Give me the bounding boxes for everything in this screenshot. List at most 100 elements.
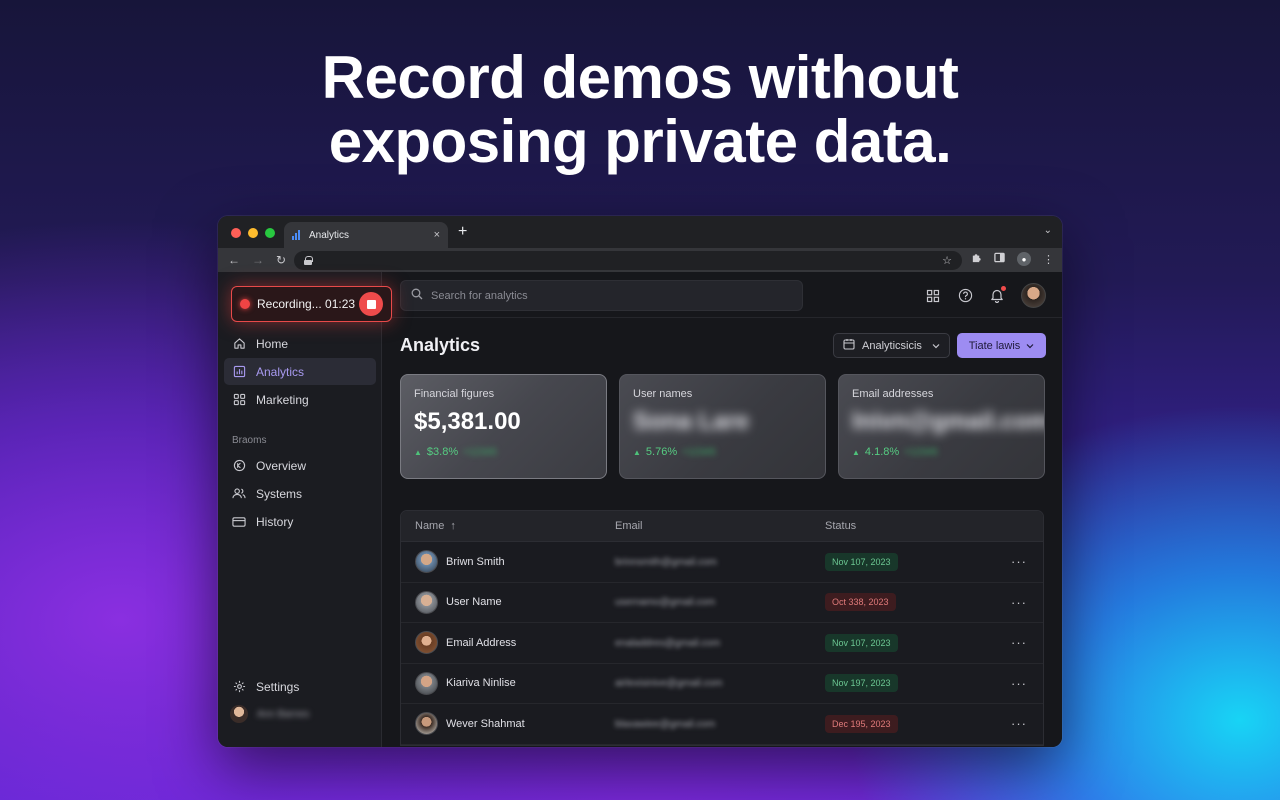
row-actions-icon[interactable]: ··· xyxy=(985,716,1043,731)
calendar-icon xyxy=(843,338,855,353)
button-label: Tiate lawis xyxy=(968,339,1021,352)
close-tab-icon[interactable]: × xyxy=(434,229,440,241)
status-badge: Nov 197, 2023 xyxy=(825,674,898,693)
table-row[interactable]: User Name usernamo@gmail.com Oct 338, 20… xyxy=(401,583,1043,623)
status-badge: Nov 107, 2023 xyxy=(825,552,898,571)
column-header-email[interactable]: Email xyxy=(615,520,825,532)
tab-title: Analytics xyxy=(309,229,350,241)
stop-recording-button[interactable] xyxy=(359,292,383,316)
sidebar-item-label: Systems xyxy=(256,486,303,501)
user-name: Email Address xyxy=(446,636,517,649)
browser-tab-analytics[interactable]: Analytics × xyxy=(284,222,448,248)
new-tab-button[interactable]: + xyxy=(458,223,467,241)
recording-indicator: Recording... 01:23 xyxy=(231,286,392,322)
search-input[interactable] xyxy=(431,289,771,302)
sidebar-item-overview[interactable]: Overview xyxy=(224,452,376,479)
forward-arrow-icon[interactable]: → xyxy=(252,253,264,267)
cell-status: Nov 107, 2023 xyxy=(825,552,985,571)
table-row[interactable]: Briwn Smith brinnsmith@gmail.com Nov 107… xyxy=(401,542,1043,583)
column-header-name[interactable]: Name ↑ xyxy=(401,520,615,532)
sidebar-footer: Settings Ann Barnes xyxy=(224,673,376,727)
status-badge: Nov 107, 2023 xyxy=(825,633,898,652)
card-label: Email addresses xyxy=(852,388,934,400)
metric-card-user-names: User names Sona Lare ▲ 5.76% +12345 xyxy=(619,374,826,479)
sidebar-item-history[interactable]: History xyxy=(224,508,376,535)
help-icon[interactable] xyxy=(957,288,973,304)
avatar xyxy=(415,590,438,614)
status-badge: Oct 338, 2023 xyxy=(825,593,896,612)
primary-action-button[interactable]: Tiate lawis xyxy=(957,333,1046,358)
minimize-window-button[interactable] xyxy=(248,228,258,238)
card-value: $5,381.00 xyxy=(414,408,521,435)
extensions-puzzle-icon[interactable] xyxy=(971,252,982,266)
date-range-dropdown[interactable]: Analyticsicis xyxy=(833,333,950,358)
sidebar-item-marketing[interactable]: Marketing xyxy=(224,386,376,413)
email-blurred: airlexisinive@gmail.com xyxy=(615,678,723,690)
card-label: User names xyxy=(633,388,693,400)
cell-name: Email Address xyxy=(401,631,615,655)
trend-extra-blurred: +12345 xyxy=(682,446,716,458)
sidebar-item-label: Overview xyxy=(256,458,307,473)
cell-name: Wever Shahmat xyxy=(401,712,615,736)
reload-icon[interactable]: ↻ xyxy=(276,253,286,267)
table-row[interactable]: Kiariva Ninlise airlexisinive@gmail.com … xyxy=(401,664,1043,704)
trend-up-icon: ▲ xyxy=(414,447,422,457)
notification-bell-icon[interactable] xyxy=(989,285,1006,304)
avatar xyxy=(415,671,438,695)
email-blurred: brinnsmith@gmail.com xyxy=(615,556,717,568)
email-blurred: usernamo@gmail.com xyxy=(615,597,716,609)
card-label: Financial figures xyxy=(414,388,495,400)
maximize-window-button[interactable] xyxy=(265,228,275,238)
notification-dot xyxy=(1001,285,1006,291)
sidebar-item-settings[interactable]: Settings xyxy=(224,673,376,700)
back-arrow-icon[interactable]: ← xyxy=(228,253,240,267)
side-panel-icon[interactable] xyxy=(994,252,1005,266)
row-actions-icon[interactable]: ··· xyxy=(985,676,1043,691)
tab-search-chevron-icon[interactable]: ⌄ xyxy=(1044,225,1052,236)
sort-arrow-icon: ↑ xyxy=(450,520,456,532)
column-header-status[interactable]: Status xyxy=(825,520,985,532)
table-row[interactable]: Wever Shahmat blaxawiee@gmail.com Dec 19… xyxy=(401,704,1043,745)
sidebar-item-label: History xyxy=(256,514,294,529)
trend-extra-blurred: +12345 xyxy=(463,446,497,458)
search-icon xyxy=(411,287,423,305)
cell-status: Dec 195, 2023 xyxy=(825,714,985,733)
sidebar-item-home[interactable]: Home xyxy=(224,330,376,357)
address-bar[interactable]: ☆ xyxy=(294,251,962,270)
browser-tab-bar: Analytics × + ⌄ xyxy=(218,216,1062,248)
row-actions-icon[interactable]: ··· xyxy=(985,635,1043,650)
current-user[interactable]: Ann Barnes xyxy=(224,701,376,727)
avatar[interactable] xyxy=(1021,283,1046,308)
card-trend: ▲ $3.8% +12345 xyxy=(414,446,593,458)
table-row[interactable]: Email Address enaladdres@gmail.com Nov 1… xyxy=(401,623,1043,664)
apps-grid-icon[interactable] xyxy=(925,288,941,304)
sidebar-item-label: Marketing xyxy=(256,392,309,407)
sidebar: Recording... 01:23 Home Analytics Market… xyxy=(218,272,392,747)
sidebar-item-label: Home xyxy=(256,336,289,351)
history-icon xyxy=(232,515,246,529)
overview-icon xyxy=(232,459,246,473)
avatar xyxy=(415,550,438,574)
row-actions-icon[interactable]: ··· xyxy=(985,554,1043,569)
bookmark-star-icon[interactable]: ☆ xyxy=(942,254,952,267)
recording-dot-icon xyxy=(240,299,250,309)
row-actions-icon[interactable]: ··· xyxy=(985,595,1043,610)
trend-up-icon: ▲ xyxy=(633,447,641,457)
dropdown-label: Analyticsicis xyxy=(862,339,922,352)
trend-percent: 4.1.8% xyxy=(864,446,900,458)
grid-icon xyxy=(232,393,246,407)
sidebar-item-systems[interactable]: Systems xyxy=(224,480,376,507)
profile-icon[interactable]: ● xyxy=(1017,252,1031,266)
sidebar-item-analytics[interactable]: Analytics xyxy=(224,358,376,385)
more-vertical-icon[interactable]: ⋮ xyxy=(1043,253,1054,266)
table-header: Name ↑ Email Status xyxy=(401,511,1043,542)
close-window-button[interactable] xyxy=(231,228,241,238)
cell-email: usernamo@gmail.com xyxy=(615,596,825,608)
users-icon xyxy=(232,487,246,501)
cell-name: User Name xyxy=(401,590,615,614)
page-title: Analytics xyxy=(400,335,481,355)
avatar xyxy=(415,631,438,655)
top-bar-actions xyxy=(925,283,1046,308)
card-trend: ▲ 4.1.8% +12345 xyxy=(852,446,1031,458)
cell-status: Nov 107, 2023 xyxy=(825,633,985,652)
